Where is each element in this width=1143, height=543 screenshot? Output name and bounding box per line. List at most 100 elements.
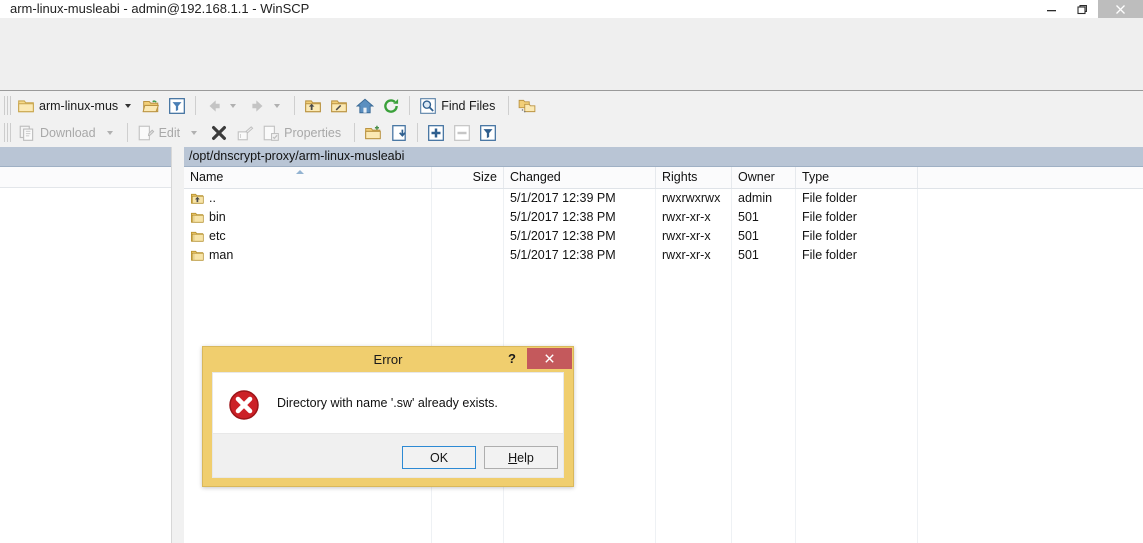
find-files-button[interactable]: Find Files (415, 93, 503, 118)
remote-path-bar[interactable]: /opt/dnscrypt-proxy/arm-linux-musleabi (184, 147, 1143, 167)
toolbar-area: arm-linux-mus (0, 91, 1143, 147)
rename-icon: I (236, 124, 254, 142)
column-header-blank[interactable] (918, 167, 1143, 188)
select-remove-button[interactable] (449, 120, 475, 145)
toolbar-separator (354, 123, 355, 142)
local-panel (0, 147, 171, 543)
cell-owner: 501 (738, 246, 759, 265)
ok-button[interactable]: OK (402, 446, 476, 469)
cell-size (432, 246, 496, 265)
toolbar-separator (409, 96, 410, 115)
column-header-name-label: Name (190, 167, 223, 188)
cell-type: File folder (802, 208, 857, 227)
help-question-icon[interactable]: ? (501, 347, 523, 370)
table-row[interactable]: ..5/1/2017 12:39 PMrwxrwxrwxadminFile fo… (184, 189, 1143, 208)
column-header-name[interactable]: Name (184, 167, 432, 188)
new-file-icon (390, 124, 408, 142)
magnifier-icon (419, 97, 437, 115)
error-dialog: Error ? Directory with name '.sw' alread… (202, 346, 574, 487)
forward-dropdown-icon[interactable] (274, 104, 280, 108)
new-file-button[interactable] (386, 120, 412, 145)
column-header-rights[interactable]: Rights (656, 167, 732, 188)
error-dialog-close-button[interactable] (527, 348, 572, 369)
help-button[interactable]: Help (484, 446, 558, 469)
cell-name: bin (209, 208, 226, 227)
root-directory-button[interactable] (326, 93, 352, 118)
toolbar-separator (508, 96, 509, 115)
toolbar-grip-icon[interactable] (4, 123, 11, 142)
cell-changed: 5/1/2017 12:38 PM (510, 227, 616, 246)
window-title: arm-linux-musleabi - admin@192.168.1.1 -… (10, 0, 309, 18)
toolbar-grip-icon[interactable] (4, 96, 11, 115)
error-dialog-body: Directory with name '.sw' already exists… (212, 372, 564, 434)
download-dropdown-icon[interactable] (107, 131, 113, 135)
remote-path-text: /opt/dnscrypt-proxy/arm-linux-musleabi (189, 147, 404, 166)
folder-root-icon (330, 97, 348, 115)
open-folder-icon (142, 97, 160, 115)
folder-icon (17, 97, 35, 115)
refresh-icon (382, 97, 400, 115)
arrow-right-icon (249, 97, 267, 115)
cell-name: .. (209, 189, 216, 208)
back-dropdown-icon[interactable] (230, 104, 236, 108)
delete-button[interactable] (206, 120, 232, 145)
rename-button[interactable]: I (232, 120, 258, 145)
new-directory-button[interactable] (360, 120, 386, 145)
properties-icon (262, 124, 280, 142)
chevron-down-icon[interactable] (125, 104, 131, 108)
properties-button[interactable]: Properties (258, 120, 349, 145)
back-button[interactable] (201, 93, 245, 118)
plus-icon (427, 124, 445, 142)
column-header-rights-label: Rights (662, 167, 697, 188)
table-row[interactable]: etc5/1/2017 12:38 PMrwxr-xr-x501File fol… (184, 227, 1143, 246)
remote-path-combo[interactable]: arm-linux-mus (14, 95, 138, 116)
cell-owner: 501 (738, 208, 759, 227)
arrow-left-icon (205, 97, 223, 115)
refresh-button[interactable] (378, 93, 404, 118)
close-button[interactable] (1098, 0, 1143, 18)
table-row[interactable]: man5/1/2017 12:38 PMrwxr-xr-x501File fol… (184, 246, 1143, 265)
download-button[interactable]: Download (14, 120, 122, 145)
folder-up-icon (304, 97, 322, 115)
error-dialog-title-bar[interactable]: Error ? (203, 347, 573, 371)
cell-size (432, 189, 496, 208)
column-header-owner[interactable]: Owner (732, 167, 796, 188)
cell-name: man (209, 246, 233, 265)
cell-rights: rwxr-xr-x (662, 246, 711, 265)
toolbar-row-file-actions: Download Edit I (0, 119, 501, 146)
parent-folder-icon (190, 191, 205, 206)
column-header-size[interactable]: Size (432, 167, 504, 188)
local-panel-file-list[interactable] (0, 188, 171, 543)
table-row[interactable]: bin5/1/2017 12:38 PMrwxr-xr-x501File fol… (184, 208, 1143, 227)
column-header-changed[interactable]: Changed (504, 167, 656, 188)
select-add-button[interactable] (423, 120, 449, 145)
remote-path-combo-text: arm-linux-mus (39, 99, 118, 113)
filter-button[interactable] (164, 93, 190, 118)
download-label: Download (40, 126, 96, 140)
local-panel-column-header[interactable] (0, 167, 171, 188)
minimize-button[interactable] (1036, 0, 1067, 18)
sort-ascending-icon (296, 170, 304, 174)
local-panel-path-bar[interactable] (0, 147, 171, 167)
home-directory-button[interactable] (352, 93, 378, 118)
folder-icon (190, 210, 205, 225)
winscp-window: arm-linux-musleabi - admin@192.168.1.1 -… (0, 0, 1143, 543)
open-directory-button[interactable] (138, 93, 164, 118)
select-filter-button[interactable] (475, 120, 501, 145)
cell-name: etc (209, 227, 226, 246)
edit-dropdown-icon[interactable] (191, 131, 197, 135)
edit-button[interactable]: Edit (133, 120, 207, 145)
toolbar-separator (195, 96, 196, 115)
toolbar-separator (127, 123, 128, 142)
forward-button[interactable] (245, 93, 289, 118)
column-header-type[interactable]: Type (796, 167, 918, 188)
parent-directory-button[interactable] (300, 93, 326, 118)
cell-rights: rwxrwxrwx (662, 189, 720, 208)
cell-changed: 5/1/2017 12:39 PM (510, 189, 616, 208)
select-filter-icon (479, 124, 497, 142)
restore-button[interactable] (1067, 0, 1098, 18)
cell-rights: rwxr-xr-x (662, 208, 711, 227)
column-header-type-label: Type (802, 167, 829, 188)
synchronize-browsing-button[interactable] (514, 93, 540, 118)
home-icon (356, 97, 374, 115)
